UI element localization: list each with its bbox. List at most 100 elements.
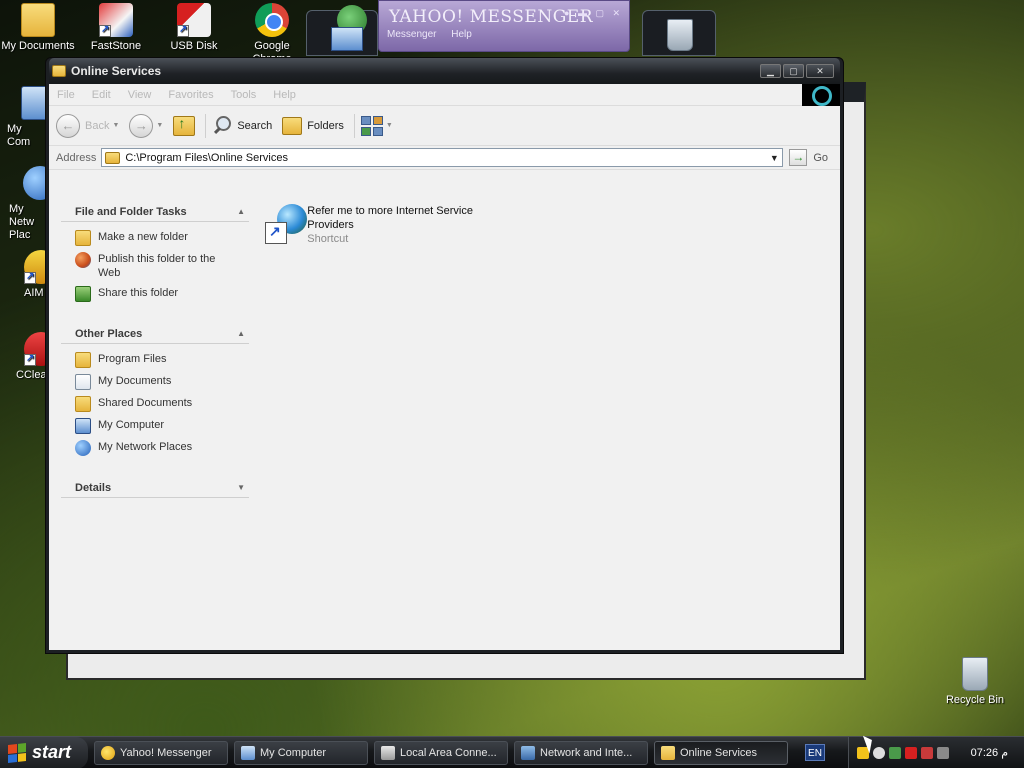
task-make-new-folder[interactable]: Make a new folder	[75, 230, 249, 246]
task-label: My Computer	[260, 746, 327, 759]
desktop-icon-my-computer[interactable]: My Com	[0, 86, 46, 149]
place-my-documents[interactable]: My Documents	[75, 374, 249, 390]
faststone-icon	[99, 3, 133, 37]
menu-file[interactable]: File	[57, 89, 75, 101]
menu-favorites[interactable]: Favorites	[168, 89, 213, 101]
file-folder-tasks-panel: File and Folder Tasks ▲ Make a new folde…	[61, 202, 249, 302]
file-item-isp-shortcut[interactable]: Refer me to more Internet Service Provid…	[265, 204, 475, 248]
recycle-bin-icon	[962, 657, 988, 691]
toolbar-separator	[205, 113, 207, 138]
views-icon	[360, 115, 383, 136]
forward-button[interactable]: → ▼	[129, 113, 163, 138]
taskbar-online-services[interactable]: Online Services	[654, 740, 788, 765]
menu-help[interactable]: Help	[273, 89, 296, 101]
panel-header[interactable]: File and Folder Tasks ▲	[61, 202, 249, 222]
yahoo-menu-messenger[interactable]: Messenger	[387, 29, 436, 40]
yahoo-title: YAHOO! MESSENGER	[389, 7, 593, 27]
desktop-icon-recycle-bin[interactable]: Recycle Bin	[937, 657, 1013, 707]
chevron-down-icon[interactable]: ▼	[156, 122, 163, 129]
network-tray-icon[interactable]	[889, 747, 901, 759]
windows-logo-icon	[802, 84, 840, 106]
volume-tray-icon[interactable]	[937, 747, 949, 759]
background-window[interactable]	[306, 5, 378, 56]
menu-view[interactable]: View	[128, 89, 152, 101]
folder-icon	[75, 352, 91, 368]
minimize-button[interactable]: ▁	[760, 64, 781, 78]
yahoo-messenger-window[interactable]: YAHOO! MESSENGER Messenger Help ● ▬ ▢ ✕	[378, 0, 630, 52]
file-type: Shortcut	[307, 233, 349, 245]
place-program-files[interactable]: Program Files	[75, 352, 249, 368]
toolbar-separator	[353, 113, 355, 138]
shared-folder-icon	[75, 396, 91, 412]
back-label: Back	[85, 119, 110, 132]
start-label: start	[32, 742, 72, 762]
place-my-network-places[interactable]: My Network Places	[75, 440, 249, 456]
taskbar-yahoo-messenger[interactable]: Yahoo! Messenger	[94, 740, 228, 765]
antivirus-tray-icon[interactable]	[905, 747, 917, 759]
my-computer-icon	[75, 418, 91, 434]
taskbar-local-area-connection[interactable]: Local Area Conne...	[374, 740, 508, 765]
desktop-icon-faststone[interactable]: FastStone	[78, 3, 154, 53]
desktop-icon-label: Recycle Bin	[945, 694, 1005, 706]
views-button[interactable]: ▼	[360, 115, 393, 136]
chevron-up-icon[interactable]: ▲	[237, 329, 245, 338]
address-input[interactable]: C:\Program Files\Online Services ▼	[101, 148, 784, 167]
up-button[interactable]	[173, 115, 196, 136]
panel-header[interactable]: Details ▼	[61, 478, 249, 498]
task-label: Online Services	[680, 746, 758, 759]
address-dropdown-icon[interactable]: ▼	[766, 153, 782, 163]
panel-title: Details	[75, 481, 112, 494]
chevron-down-icon[interactable]: ▼	[112, 122, 119, 129]
start-button[interactable]: start	[0, 736, 88, 768]
task-label: Local Area Conne...	[400, 746, 497, 759]
search-button[interactable]: Search	[212, 115, 272, 136]
desktop-icon-my-documents[interactable]: My Documents	[0, 3, 76, 53]
window-client: File Edit View Favorites Tools Help ← Ba…	[49, 84, 840, 650]
task-pane: File and Folder Tasks ▲ Make a new folde…	[61, 202, 249, 520]
back-arrow-icon: ←	[56, 113, 80, 138]
place-shared-documents[interactable]: Shared Documents	[75, 396, 249, 412]
taskbar-network-internet[interactable]: Network and Inte...	[514, 740, 648, 765]
back-button[interactable]: ← Back ▼	[56, 113, 119, 138]
place-my-computer[interactable]: My Computer	[75, 418, 249, 434]
close-button[interactable]: ✕	[806, 64, 834, 78]
my-documents-icon	[75, 374, 91, 390]
desktop-icon-label: My Netw Plac	[9, 203, 35, 241]
folders-label: Folders	[307, 119, 344, 132]
usb-disk-icon	[177, 3, 211, 37]
yahoo-menubar: Messenger Help	[387, 29, 484, 40]
clock[interactable]: 07:26 م	[971, 746, 1008, 759]
yahoo-menu-help[interactable]: Help	[451, 29, 472, 40]
folders-button[interactable]: Folders	[282, 116, 344, 135]
task-label: Make a new folder	[98, 231, 188, 243]
panel-header[interactable]: Other Places ▲	[61, 324, 249, 344]
desktop-icon-network-places[interactable]: My Netw Plac	[0, 166, 46, 242]
details-panel: Details ▼	[61, 478, 249, 498]
place-label: My Computer	[98, 419, 165, 431]
chevron-up-icon[interactable]: ▲	[237, 207, 245, 216]
place-label: Program Files	[98, 353, 167, 365]
background-window-recycle[interactable]	[642, 10, 716, 56]
maximize-button[interactable]: ▢	[783, 64, 804, 78]
chevron-down-icon[interactable]: ▼	[237, 483, 245, 492]
yahoo-window-controls[interactable]: ● ▬ ▢ ✕	[564, 8, 623, 19]
title-bar[interactable]: Online Services ▁ ▢ ✕	[49, 58, 840, 84]
task-publish-web[interactable]: Publish this folder to the Web	[75, 252, 249, 280]
desktop-icon-aim[interactable]: AIM	[0, 250, 46, 300]
task-share-folder[interactable]: Share this folder	[75, 286, 249, 302]
my-documents-icon	[21, 3, 55, 37]
language-indicator[interactable]: EN	[805, 744, 825, 761]
taskbar-my-computer[interactable]: My Computer	[234, 740, 368, 765]
menu-tools[interactable]: Tools	[231, 89, 257, 101]
desktop-icon-ccleaner[interactable]: CClea	[0, 332, 46, 382]
network-places-icon	[75, 440, 91, 456]
windows-flag-icon	[8, 742, 26, 763]
menu-edit[interactable]: Edit	[92, 89, 111, 101]
update-tray-icon[interactable]	[921, 747, 933, 759]
address-bar: Address C:\Program Files\Online Services…	[49, 146, 840, 170]
desktop-icon-usb-disk[interactable]: USB Disk	[156, 3, 232, 53]
desktop-icon-label: CClea	[16, 369, 46, 381]
network-connection-icon	[381, 745, 395, 760]
go-button[interactable]: → Go	[789, 149, 828, 166]
place-label: My Documents	[98, 375, 172, 387]
